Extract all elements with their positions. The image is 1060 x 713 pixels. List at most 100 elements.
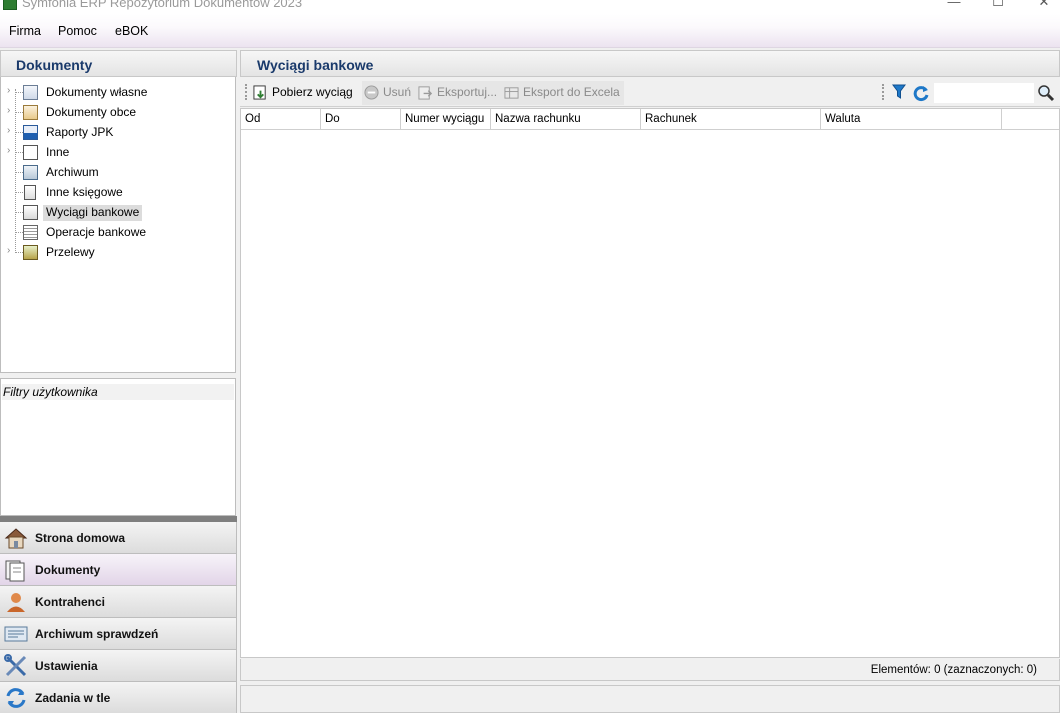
nav-item-archiwum-sprawdzen[interactable]: Archiwum sprawdzeń [0,618,237,650]
tree-item-dokumenty-wlasne[interactable]: › Dokumenty własne [5,83,235,101]
statements-table: Od Do Numer wyciągu Nazwa rachunku Rachu… [240,108,1060,658]
tree-item-przelewy[interactable]: › Przelewy [5,243,235,261]
nav-item-kontrahenci[interactable]: Kontrahenci [0,586,237,618]
ledger-icon [24,185,36,200]
tree-connector [15,192,23,193]
bank-statement-icon [23,205,38,220]
export-label: Eksportuj... [437,85,498,99]
close-button[interactable]: ✕ [1034,0,1054,10]
tree-item-label: Inne księgowe [46,185,123,199]
column-nazwa-rachunku[interactable]: Nazwa rachunku [491,109,641,130]
left-panel: Dokumenty › Dokumenty własne › Dokumenty… [0,50,237,713]
expand-chevron-icon[interactable]: › [7,106,15,116]
toolbar: Pobierz wyciąg Usuń Eksportuj... Eksport… [240,79,1060,107]
document-tree: › Dokumenty własne › Dokumenty obce › Ra… [0,77,236,373]
tree-connector [15,152,23,153]
tree-item-label: Dokumenty własne [46,85,148,99]
settings-tools-icon [4,654,27,677]
excel-icon [504,87,519,99]
column-waluta[interactable]: Waluta [821,109,1002,130]
title-bar: Symfonia ERP Repozytorium Dokumentów 202… [0,0,1060,14]
nav-item-label: Ustawienia [35,659,98,673]
fetch-statement-label: Pobierz wyciąg [272,85,353,99]
column-od[interactable]: Od [241,109,321,130]
tree-connector [15,112,23,113]
tree-item-label: Przelewy [46,245,95,259]
jpk-icon [23,125,38,140]
document-icon [23,105,38,120]
maximize-button[interactable]: ☐ [988,0,1008,10]
user-filters-panel: Filtry użytkownika [0,378,236,516]
minimize-button[interactable]: — [944,0,964,10]
expand-chevron-icon[interactable]: › [7,246,15,256]
archive-icon [23,165,38,180]
tree-connector [15,132,23,133]
toolbar-grip[interactable] [245,84,247,100]
menu-firma[interactable]: Firma [9,24,41,38]
tree-item-operacje-bankowe[interactable]: Operacje bankowe [5,223,235,241]
search-icon[interactable] [1036,83,1056,103]
export-excel-button[interactable]: Eksport do Excela [504,83,620,103]
delete-icon [364,85,379,100]
refresh-icon[interactable] [912,84,930,102]
background-tasks-icon [6,688,26,708]
delete-button[interactable]: Usuń [364,83,414,103]
main-panel: Wyciągi bankowe Pobierz wyciąg Usuń Eksp… [240,50,1060,713]
app-logo-icon [3,0,17,10]
tree-item-label: Dokumenty obce [46,105,137,119]
expand-chevron-icon[interactable]: › [7,126,15,136]
tree-item-archiwum[interactable]: Archiwum [5,163,235,181]
toolbar-grip[interactable] [882,84,884,100]
tree-item-label: Archiwum [46,165,99,179]
delete-label: Usuń [383,85,412,99]
nav-item-zadania-w-tle[interactable]: Zadania w tle [0,682,237,713]
tree-item-label: Raporty JPK [46,125,114,139]
menu-ebok[interactable]: eBOK [115,24,148,38]
tree-item-label: Wyciągi bankowe [43,205,143,221]
nav-item-strona-domowa[interactable]: Strona domowa [0,522,237,554]
status-bar: Elementów: 0 (zaznaczonych: 0) [240,659,1060,681]
nav-item-label: Strona domowa [35,531,126,545]
column-rachunek[interactable]: Rachunek [641,109,821,130]
tree-connector [15,212,23,213]
tree-connector [15,232,23,233]
nav-item-ustawienia[interactable]: Ustawienia [0,650,237,682]
tree-connector [15,92,23,93]
nav-item-label: Dokumenty [35,563,101,577]
expand-chevron-icon[interactable]: › [7,146,15,156]
nav-item-label: Archiwum sprawdzeń [35,627,159,641]
page-title: Wyciągi bankowe [240,50,1060,77]
tree-item-inne-ksiegowe[interactable]: Inne księgowe [5,183,235,201]
filter-icon[interactable] [892,84,906,100]
blank-page-icon [23,145,38,160]
column-numer-wyciagu[interactable]: Numer wyciągu [401,109,491,130]
nav-item-label: Zadania w tle [35,691,111,705]
documents-icon [5,560,25,582]
search-input[interactable] [934,83,1034,103]
archive-checks-icon [4,626,28,642]
tree-item-raporty-jpk[interactable]: › Raporty JPK [5,123,235,141]
menu-pomoc[interactable]: Pomoc [58,24,97,38]
bank-operations-icon [23,225,38,240]
transfer-icon [23,245,38,260]
left-panel-title: Dokumenty [0,50,237,77]
tree-item-label: Operacje bankowe [46,225,147,239]
expand-chevron-icon[interactable]: › [7,86,15,96]
status-count: Elementów: 0 (zaznaczonych: 0) [870,664,1037,676]
tree-item-label: Inne [46,145,70,159]
column-do[interactable]: Do [321,109,401,130]
tree-item-inne[interactable]: › Inne [5,143,235,161]
menu-bar: Firma Pomoc eBOK [0,14,1060,48]
tree-connector [15,252,23,253]
export-button[interactable]: Eksportuj... [418,83,500,103]
window-title: Symfonia ERP Repozytorium Dokumentów 202… [22,0,303,10]
fetch-statement-icon [253,85,266,100]
home-icon [4,528,28,549]
tree-item-wyciagi-bankowe[interactable]: Wyciągi bankowe [5,203,235,221]
details-strip [240,685,1060,713]
tree-connector [15,172,23,173]
tree-item-dokumenty-obce[interactable]: › Dokumenty obce [5,103,235,121]
fetch-statement-button[interactable]: Pobierz wyciąg [253,83,353,103]
nav-item-dokumenty[interactable]: Dokumenty [0,554,237,586]
export-icon [418,86,433,100]
